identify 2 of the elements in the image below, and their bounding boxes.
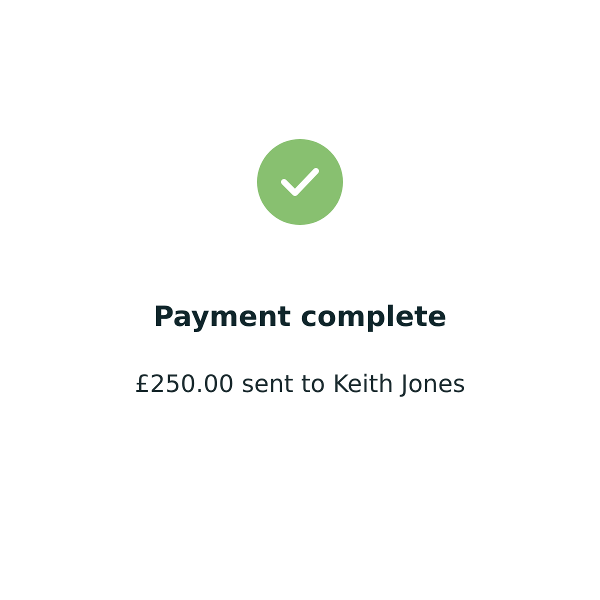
status-title: Payment complete xyxy=(153,300,447,334)
status-message: £250.00 sent to Keith Jones xyxy=(134,370,466,398)
